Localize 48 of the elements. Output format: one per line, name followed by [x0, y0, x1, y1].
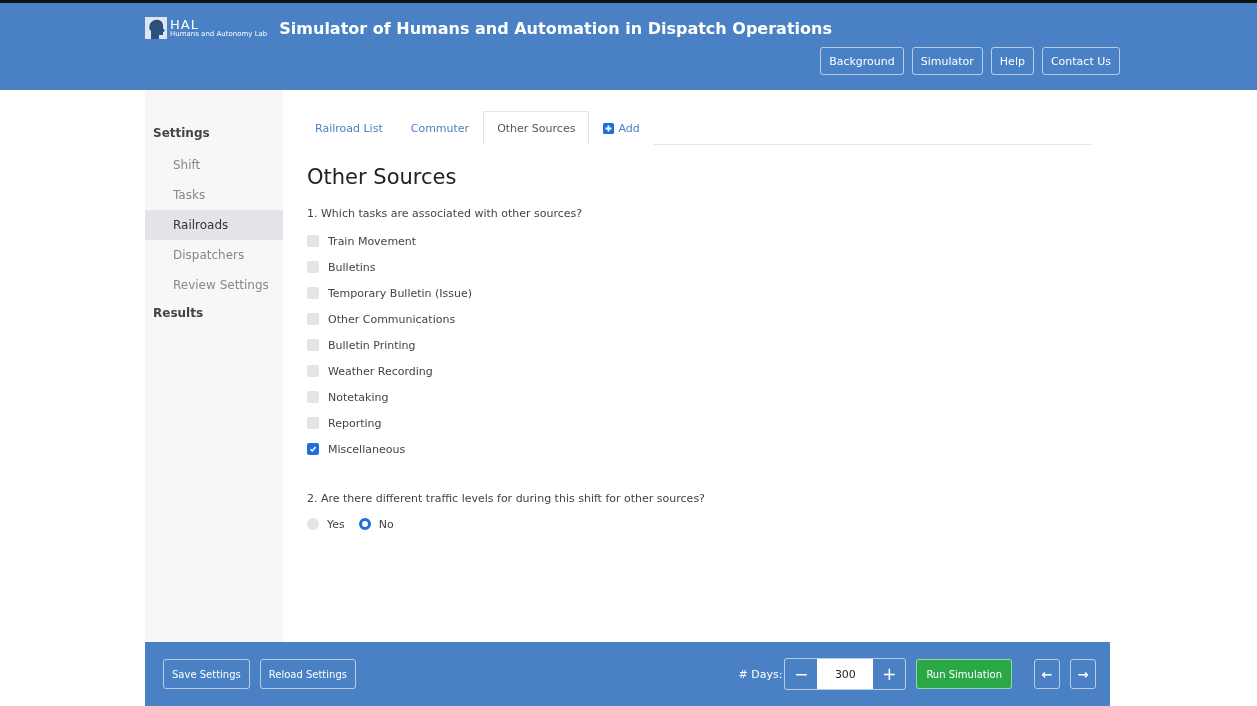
- checkbox[interactable]: [307, 339, 319, 351]
- checkbox[interactable]: [307, 287, 319, 299]
- next-button[interactable]: →: [1070, 659, 1096, 689]
- settings-button[interactable]: Save Settings: [163, 659, 250, 689]
- question-text: 2. Are there different traffic levels for during this shift for other sources?: [307, 492, 706, 505]
- logo-name: HAL: [170, 18, 200, 31]
- settings-button[interactable]: Reload Settings: [259, 659, 356, 689]
- checkbox-label: Reporting: [328, 416, 382, 430]
- radio-button[interactable]: [358, 518, 371, 530]
- checkbox-label: Other Communications: [328, 312, 456, 326]
- check-icon: [309, 445, 317, 453]
- checkbox[interactable]: [307, 443, 319, 455]
- checkbox[interactable]: [307, 235, 319, 247]
- question-text: 1. Which tasks are associated with other sources?: [307, 207, 584, 220]
- sidebar-heading[interactable]: Settings: [153, 120, 210, 146]
- sidebar-item[interactable]: Railroads: [145, 210, 283, 240]
- tab[interactable]: Other Sources: [483, 111, 590, 145]
- previous-button[interactable]: ←: [1034, 659, 1060, 689]
- checkbox-label: Temporary Bulletin (Issue): [328, 286, 473, 300]
- checkbox-label: Bulletin Printing: [328, 338, 416, 352]
- sidebar-item[interactable]: Review Settings: [145, 270, 283, 300]
- days-label: # Days:: [738, 667, 783, 681]
- nav-button[interactable]: Help: [990, 47, 1034, 75]
- radio-label: No: [378, 517, 394, 531]
- sidebar-heading[interactable]: Results: [153, 300, 204, 326]
- radio-label: Yes: [327, 517, 345, 531]
- app-title: Simulator of Humans and Automation in Dispatch Operations: [279, 18, 832, 38]
- checkbox[interactable]: [307, 417, 319, 429]
- sidebar-item[interactable]: Dispatchers: [145, 240, 283, 270]
- page-heading: Other Sources: [307, 165, 458, 189]
- radio-button[interactable]: [307, 518, 319, 530]
- checkbox[interactable]: [307, 313, 319, 325]
- sidebar-item[interactable]: Shift: [145, 150, 283, 180]
- nav-button[interactable]: Simulator: [911, 47, 983, 75]
- nav-button[interactable]: Background: [820, 47, 904, 75]
- sidebar-item[interactable]: Tasks: [145, 180, 283, 210]
- nav-button[interactable]: Contact Us: [1041, 47, 1120, 75]
- checkbox-label: Weather Recording: [328, 364, 433, 378]
- checkbox-label: Bulletins: [328, 260, 376, 274]
- checkbox-label: Notetaking: [328, 390, 389, 404]
- run-simulation-button[interactable]: Run Simulation: [916, 659, 1012, 689]
- checkbox-label: Train Movement: [328, 234, 417, 248]
- plus-icon: [603, 123, 615, 134]
- checkbox-label: Miscellaneous: [328, 442, 406, 456]
- head-silhouette-icon: [145, 17, 167, 39]
- checkbox[interactable]: [307, 391, 319, 403]
- checkbox[interactable]: [307, 261, 319, 273]
- checkbox[interactable]: [307, 365, 319, 377]
